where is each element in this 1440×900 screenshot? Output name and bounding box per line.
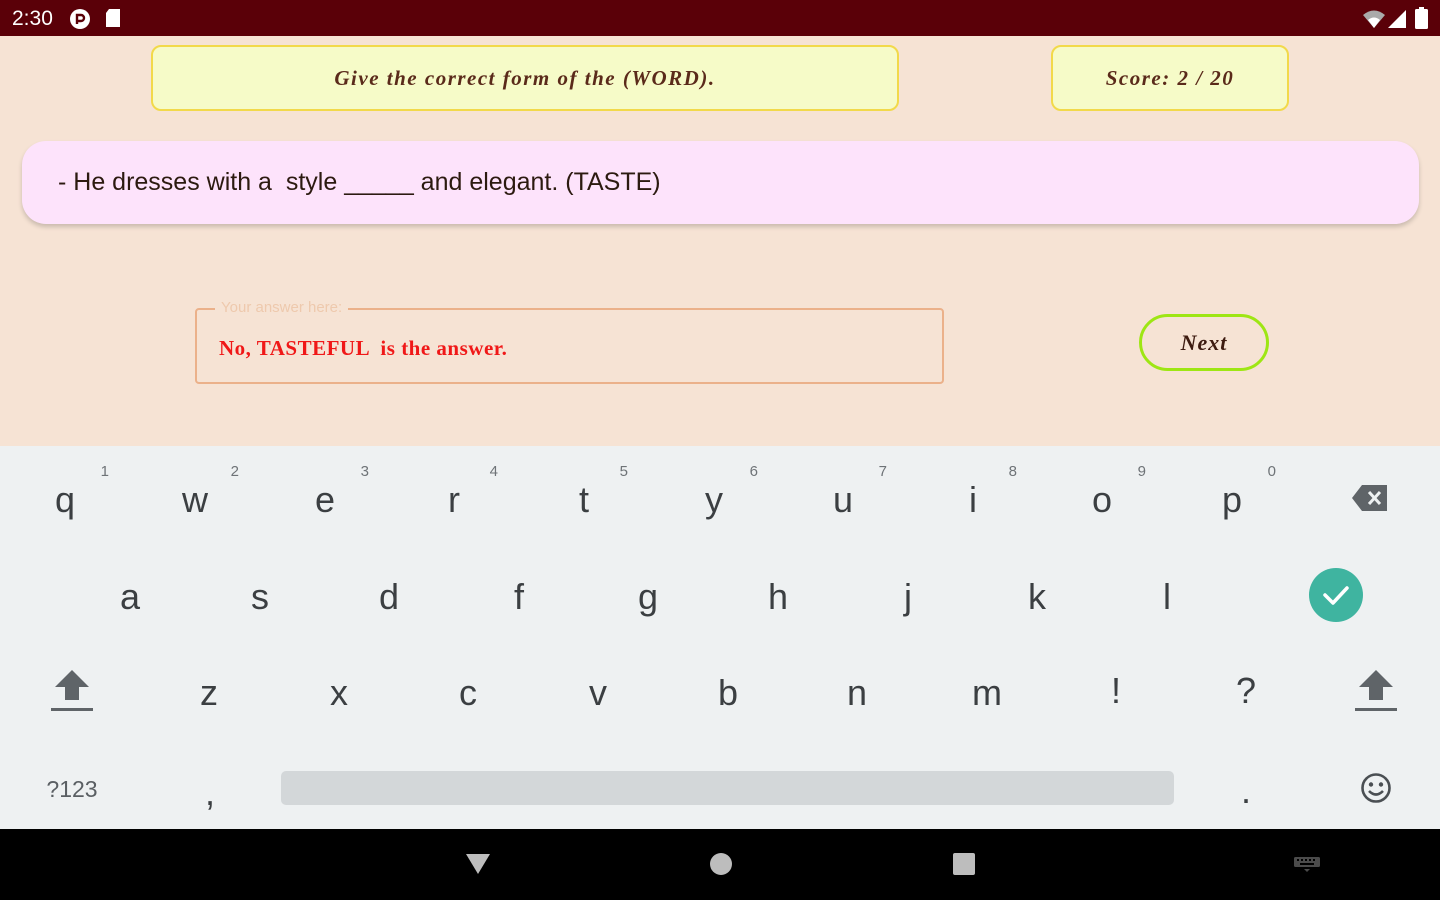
pocket-casts-icon	[69, 8, 91, 30]
question-card: - He dresses with a style _____ and eleg…	[22, 141, 1419, 224]
key-m[interactable]: m	[937, 648, 1037, 738]
key-p[interactable]: p0	[1182, 455, 1282, 545]
wifi-icon	[1362, 9, 1386, 29]
sd-card-icon	[104, 8, 122, 28]
key-g[interactable]: g	[598, 552, 698, 642]
key-r[interactable]: r4	[404, 455, 504, 545]
key-q[interactable]: q1	[15, 455, 115, 545]
key-o[interactable]: o9	[1052, 455, 1152, 545]
enter-check-icon[interactable]	[1309, 568, 1363, 622]
cell-signal-icon	[1387, 9, 1407, 29]
key-z[interactable]: z	[159, 648, 259, 738]
answer-feedback-text: No, TASTEFUL is the answer.	[219, 336, 508, 360]
key-j[interactable]: j	[858, 552, 958, 642]
instruction-box: Give the correct form of the (WORD).	[151, 45, 899, 111]
key-b[interactable]: b	[678, 648, 778, 738]
answer-label: Your answer here:	[215, 299, 349, 316]
back-icon[interactable]	[465, 852, 491, 881]
key-c[interactable]: c	[418, 648, 518, 738]
key-v[interactable]: v	[548, 648, 648, 738]
recents-icon[interactable]	[952, 852, 976, 881]
key-period[interactable]: .	[1196, 746, 1296, 836]
key-h[interactable]: h	[728, 552, 828, 642]
symbols-key[interactable]: ?123	[22, 744, 122, 834]
key-exclamation[interactable]: !	[1066, 646, 1166, 736]
key-e[interactable]: e3	[275, 455, 375, 545]
shift-left-icon[interactable]	[22, 646, 122, 736]
home-icon[interactable]	[709, 852, 733, 881]
shift-right-icon[interactable]	[1326, 646, 1426, 736]
key-a[interactable]: a	[80, 552, 180, 642]
battery-icon	[1415, 7, 1428, 29]
spacebar[interactable]	[281, 771, 1174, 805]
keyboard-switch-icon[interactable]	[1294, 857, 1320, 878]
question-text: - He dresses with a style _____ and eleg…	[58, 168, 661, 196]
key-k[interactable]: k	[987, 552, 1087, 642]
key-i[interactable]: i8	[923, 455, 1023, 545]
key-w[interactable]: w2	[145, 455, 245, 545]
soft-keyboard: q1 w2 e3 r4 t5 y6 u7 i8 o9 p0 a s d f g …	[0, 446, 1440, 829]
key-d[interactable]: d	[339, 552, 439, 642]
key-t[interactable]: t5	[534, 455, 634, 545]
score-text: Score: 2 / 20	[1105, 65, 1235, 90]
key-u[interactable]: u7	[793, 455, 893, 545]
backspace-icon[interactable]	[1320, 453, 1420, 543]
status-time: 2:30	[12, 7, 53, 30]
key-y[interactable]: y6	[664, 455, 764, 545]
key-question[interactable]: ?	[1196, 646, 1296, 736]
navigation-bar	[0, 829, 1440, 900]
score-box: Score: 2 / 20	[1051, 45, 1289, 111]
status-bar: 2:30	[0, 0, 1440, 36]
key-s[interactable]: s	[210, 552, 310, 642]
key-n[interactable]: n	[807, 648, 907, 738]
next-button[interactable]: Next	[1139, 314, 1269, 371]
key-x[interactable]: x	[289, 648, 389, 738]
key-f[interactable]: f	[469, 552, 569, 642]
answer-input[interactable]: Your answer here: No, TASTEFUL is the an…	[195, 299, 944, 384]
next-button-label: Next	[1180, 329, 1228, 355]
key-comma[interactable]: ,	[160, 748, 260, 838]
emoji-icon[interactable]	[1326, 743, 1426, 833]
key-l[interactable]: l	[1117, 552, 1217, 642]
instruction-text: Give the correct form of the (WORD).	[334, 65, 716, 90]
